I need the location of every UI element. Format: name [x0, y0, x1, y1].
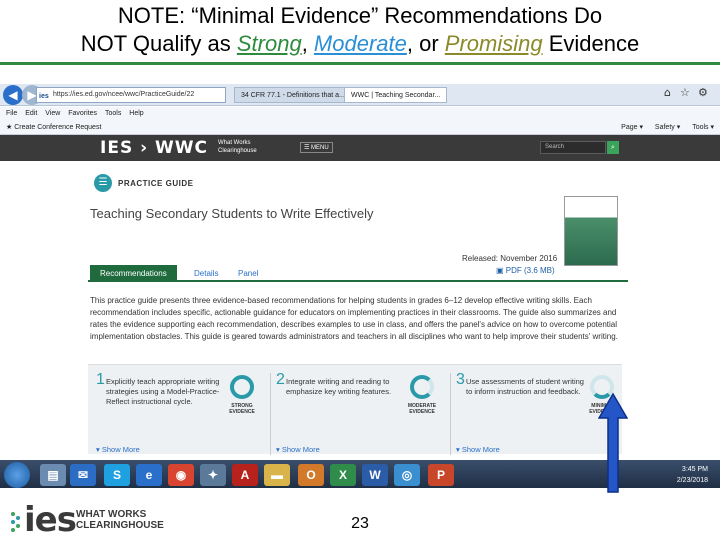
browser-tab-cfr[interactable]: 34 CFR 77.1 - Definitions that a...: [234, 87, 352, 103]
site-icon: ies: [39, 93, 49, 100]
practice-guide-label: PRACTICE GUIDE: [118, 179, 194, 188]
page-content: ☰ PRACTICE GUIDE Teaching Secondary Stud…: [88, 168, 628, 488]
chrome-icon[interactable]: ◉: [168, 464, 194, 486]
home-icon[interactable]: ⌂: [664, 86, 671, 99]
title-or: , or: [406, 31, 445, 56]
explorer-icon[interactable]: ▤: [40, 464, 66, 486]
rec-text: Integrate writing and reading to emphasi…: [286, 377, 392, 396]
show-more-link[interactable]: ▾ Show More: [456, 445, 500, 454]
divider: [450, 373, 451, 455]
show-more-link[interactable]: ▾ Show More: [276, 445, 320, 454]
moderate-evidence-icon: [410, 375, 434, 399]
clock-time: 3:45 PM: [681, 466, 708, 473]
address-text: https://ies.ed.gov/ncee/wwc/PracticeGuid…: [53, 91, 195, 98]
logo-dots-icon: [11, 512, 20, 532]
rec-badge-label: MODERATE EVIDENCE: [407, 403, 437, 415]
address-bar[interactable]: ies https://ies.ed.gov/ncee/wwc/Practice…: [36, 87, 226, 103]
rec-badge-label: STRONG EVIDENCE: [229, 403, 255, 415]
menu-button[interactable]: ☰ MENU: [300, 142, 333, 153]
strong-evidence-icon: [230, 375, 254, 399]
title-rule: [0, 62, 720, 65]
recommendation-2[interactable]: 2 Integrate writing and reading to empha…: [276, 371, 448, 455]
menu-help[interactable]: Help: [129, 110, 143, 117]
title-promising: Promising: [444, 31, 543, 56]
tab-panel[interactable]: Panel: [228, 265, 268, 282]
footer-wwc: WHAT WORKS CLEARINGHOUSE: [76, 509, 164, 531]
favorites-item[interactable]: Create Conference Request: [14, 124, 101, 131]
network-icon[interactable]: ✦: [200, 464, 226, 486]
word-icon[interactable]: W: [362, 464, 388, 486]
favorites-star-icon: ★: [6, 124, 13, 131]
title-text-a: NOT Qualify as: [80, 31, 237, 56]
slide-title-line1: NOTE: “Minimal Evidence” Recommendations…: [117, 3, 603, 28]
recommendation-1[interactable]: 1 Explicitly teach appropriate writing s…: [96, 371, 268, 455]
outlook-app-icon[interactable]: O: [298, 464, 324, 486]
wwc-header: IES › WWC What Works Clearinghouse ☰ MEN…: [0, 135, 720, 161]
search-button[interactable]: ⌕: [607, 141, 619, 154]
clock-date: 2/23/2018: [676, 477, 708, 484]
favorites-bar: ★ Create Conference Request Page ▾ Safet…: [0, 121, 720, 135]
page-number: 23: [351, 515, 369, 532]
footer-line2: CLEARINGHOUSE: [76, 520, 164, 531]
excel-icon[interactable]: X: [330, 464, 356, 486]
settings-icon[interactable]: ⚙: [698, 86, 708, 99]
footer-line1: WHAT WORKS: [76, 509, 147, 520]
practice-guide-icon: ☰: [94, 174, 112, 192]
menu-tools[interactable]: Tools: [105, 110, 121, 117]
safety-menu[interactable]: Safety ▾: [655, 124, 680, 131]
rec-number: 1: [96, 371, 105, 388]
tools-menu[interactable]: Tools ▾: [692, 124, 714, 131]
folder-icon[interactable]: ▬: [264, 464, 290, 486]
rec-number: 3: [456, 371, 465, 388]
rec-number: 2: [276, 371, 285, 388]
menu-view[interactable]: View: [45, 110, 60, 117]
back-icon[interactable]: ◀: [3, 85, 23, 105]
ies-wwc-logo: ies WHAT WORKS CLEARINGHOUSE: [10, 500, 180, 540]
rec-text: Explicitly teach appropriate writing str…: [106, 377, 220, 406]
favorites-icon[interactable]: ☆: [680, 86, 690, 99]
menu-bar: File Edit View Favorites Tools Help: [0, 107, 720, 121]
page-menu[interactable]: Page ▾: [621, 124, 643, 131]
menu-edit[interactable]: Edit: [25, 110, 37, 117]
title-text-b: Evidence: [542, 31, 640, 56]
slide-title-line2: NOT Qualify as Strong, Moderate, or Prom…: [0, 30, 720, 58]
browser-tab-wwc[interactable]: WWC | Teaching Secondar...: [344, 87, 448, 103]
start-button[interactable]: [4, 462, 30, 488]
page-title: Teaching Secondary Students to Write Eff…: [90, 206, 374, 221]
tab-details[interactable]: Details: [184, 265, 228, 282]
content-tabs: Recommendations Details Panel: [88, 262, 628, 282]
browser-toolbar: ◀ ▶ ies https://ies.ed.gov/ncee/wwc/Prac…: [0, 84, 720, 106]
title-comma: ,: [301, 31, 314, 56]
firefox-icon[interactable]: ◎: [394, 464, 420, 486]
ie-icon[interactable]: e: [136, 464, 162, 486]
recommendations-panel: 1 Explicitly teach appropriate writing s…: [88, 364, 622, 455]
title-strong: Strong: [236, 31, 302, 56]
rec-text: Use assessments of student writing to in…: [466, 377, 584, 396]
tab-recommendations[interactable]: Recommendations: [90, 265, 177, 282]
skype-icon[interactable]: S: [104, 464, 130, 486]
guide-cover-image[interactable]: [564, 196, 618, 266]
show-more-link[interactable]: ▾ Show More: [96, 445, 140, 454]
menu-favorites[interactable]: Favorites: [68, 110, 97, 117]
intro-paragraph: This practice guide presents three evide…: [90, 296, 618, 341]
acrobat-icon[interactable]: A: [232, 464, 258, 486]
divider: [270, 373, 271, 455]
slide-title: NOTE: “Minimal Evidence” Recommendations…: [0, 2, 720, 58]
clock[interactable]: 3:45 PM 2/23/2018: [677, 464, 708, 486]
menu-file[interactable]: File: [6, 110, 17, 117]
up-arrow-icon: [598, 392, 628, 493]
search-input[interactable]: Search: [540, 141, 606, 154]
wwc-subtitle: What Works Clearinghouse: [218, 140, 257, 154]
wwc-logo[interactable]: IES › WWC: [100, 138, 208, 158]
command-bar: Page ▾ Safety ▾ Tools ▾: [611, 121, 714, 135]
outlook-icon[interactable]: ✉: [70, 464, 96, 486]
title-moderate: Moderate: [313, 31, 407, 56]
powerpoint-icon[interactable]: P: [428, 464, 454, 486]
footer-ies: ies: [24, 500, 77, 540]
